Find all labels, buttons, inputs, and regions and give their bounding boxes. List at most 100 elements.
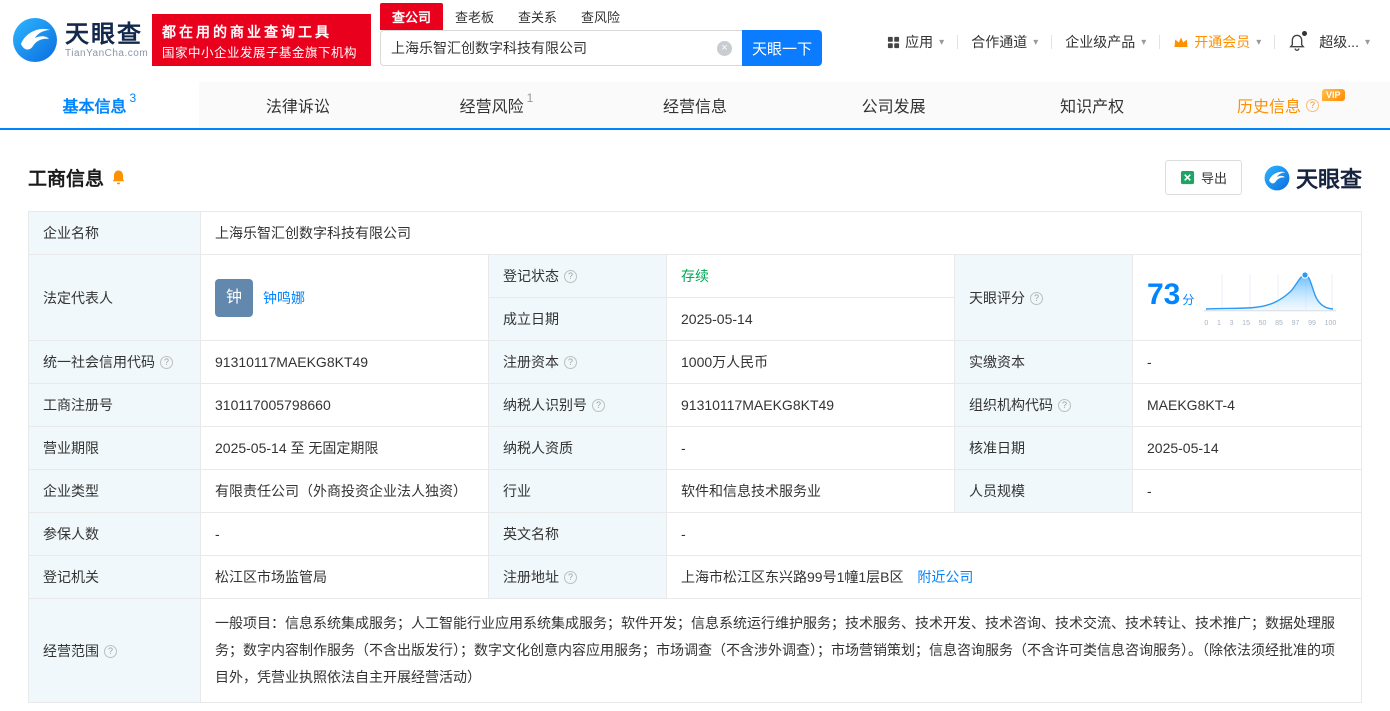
search-button[interactable]: 天眼一下	[742, 30, 822, 66]
vip-badge: VIP	[1322, 89, 1345, 101]
top-header: 天眼查 TianYanCha.com 都在用的商业查询工具 国家中小企业发展子基…	[0, 0, 1390, 82]
tab-operating-risk[interactable]: 经营风险 1	[397, 82, 596, 128]
tab-label: 知识产权	[1060, 99, 1125, 116]
staff-size-value: -	[1132, 469, 1362, 513]
nav-open-membership[interactable]: 开通会员	[1173, 32, 1261, 52]
field-label-cell: 企业名称	[28, 211, 201, 255]
company-name-value: 上海乐智汇创数字科技有限公司	[200, 211, 1362, 255]
field-label: 注册地址	[503, 569, 559, 585]
chart-tick-label: 50	[1258, 319, 1267, 327]
english-name-value: -	[666, 512, 1362, 556]
slogan-banner: 都在用的商业查询工具 国家中小企业发展子基金旗下机构	[152, 14, 371, 66]
field-label: 营业期限	[43, 440, 99, 456]
field-label-cell: 参保人数	[28, 512, 201, 556]
notifications-bell-button[interactable]	[1288, 30, 1308, 52]
export-label: 导出	[1200, 171, 1227, 186]
tab-intellectual-property[interactable]: 知识产权	[993, 82, 1192, 128]
score-cell: 73 分 0 1 3 15 50 85 97 99 100	[1132, 254, 1362, 341]
help-icon[interactable]	[160, 356, 173, 369]
tab-legal-proceedings[interactable]: 法律诉讼	[199, 82, 398, 128]
field-label-cell: 经营范围	[28, 598, 201, 703]
field-label-cell: 纳税人识别号	[488, 383, 667, 427]
crown-icon	[1174, 37, 1188, 47]
tab-history-info[interactable]: 历史信息 VIP	[1191, 82, 1390, 128]
field-label: 工商注册号	[43, 397, 113, 413]
search-input[interactable]	[391, 40, 717, 56]
help-icon[interactable]	[564, 356, 577, 369]
help-icon[interactable]	[564, 270, 577, 283]
industry-value: 软件和信息技术服务业	[666, 469, 955, 513]
field-label: 行业	[503, 483, 531, 499]
field-label-cell: 成立日期	[488, 297, 667, 341]
main-content: 工商信息 导出 天眼查 企业名称 上海乐智汇创数字科技有限公司 法定代表人 钟 …	[0, 130, 1390, 703]
table-row: 经营范围 一般项目：信息系统集成服务；人工智能行业应用系统集成服务；软件开发；信…	[28, 598, 1362, 703]
field-label-cell: 天眼评分	[954, 254, 1133, 341]
section-actions: 导出 天眼查	[1164, 160, 1362, 195]
legal-rep-link[interactable]: 钟鸣娜	[263, 288, 305, 308]
help-icon[interactable]	[592, 399, 605, 412]
field-label: 统一社会信用代码	[43, 354, 155, 370]
export-button[interactable]: 导出	[1164, 160, 1242, 195]
score-value: 73 分	[1147, 280, 1195, 310]
tab-company-development[interactable]: 公司发展	[794, 82, 993, 128]
nav-enterprise-products[interactable]: 企业级产品	[1065, 32, 1146, 52]
search-tab-risk[interactable]: 查风险	[569, 3, 632, 30]
tab-operating-info[interactable]: 经营信息	[596, 82, 795, 128]
field-label: 纳税人识别号	[503, 397, 587, 413]
logo-brand-text: 天眼查	[65, 20, 143, 48]
chevron-down-icon	[1141, 37, 1146, 48]
field-label: 企业类型	[43, 483, 99, 499]
app-grid-icon	[888, 36, 900, 48]
field-label-cell: 企业类型	[28, 469, 201, 513]
field-label: 实缴资本	[969, 354, 1025, 370]
help-icon[interactable]	[1306, 98, 1319, 112]
nearby-companies-link[interactable]: 附近公司	[917, 569, 973, 585]
help-icon[interactable]	[564, 571, 577, 584]
chart-tick-label: 3	[1229, 319, 1234, 327]
field-label-cell: 行业	[488, 469, 667, 513]
nav-partner-channel[interactable]: 合作通道	[971, 32, 1038, 52]
reg-address-cell: 上海市松江区东兴路99号1幢1层B区 附近公司	[666, 555, 1362, 599]
help-icon[interactable]	[1058, 399, 1071, 412]
chevron-down-icon	[1033, 37, 1038, 48]
divider	[1051, 35, 1053, 49]
help-icon[interactable]	[104, 644, 117, 658]
search-row: 天眼一下	[380, 30, 822, 66]
table-row: 统一社会信用代码 91310117MAEKG8KT49 注册资本 1000万人民…	[28, 340, 1362, 384]
logo-text: 天眼查 TianYanCha.com	[65, 20, 148, 59]
clear-search-icon[interactable]	[717, 40, 732, 56]
field-label-cell: 法定代表人	[28, 254, 201, 341]
tab-basic-info[interactable]: 基本信息 3	[0, 82, 199, 128]
table-row: 企业名称 上海乐智汇创数字科技有限公司	[28, 211, 1362, 255]
help-icon[interactable]	[1030, 291, 1043, 305]
field-label-cell: 营业期限	[28, 426, 201, 470]
reg-authority-value: 松江区市场监管局	[200, 555, 489, 599]
nav-super-label: 超级...	[1319, 34, 1359, 50]
legal-rep-avatar[interactable]: 钟	[215, 278, 253, 317]
field-label-cell: 工商注册号	[28, 383, 201, 427]
search-tab-boss[interactable]: 查老板	[443, 3, 506, 30]
nav-apps[interactable]: 应用	[887, 32, 944, 52]
watermark-text: 天眼查	[1295, 166, 1362, 192]
top-nav: 应用 合作通道 企业级产品 开通会员	[887, 30, 1370, 52]
tianyancha-logo-icon	[1264, 165, 1290, 190]
field-label: 成立日期	[503, 311, 559, 327]
field-label: 天眼评分	[969, 289, 1025, 306]
field-label: 法定代表人	[43, 289, 113, 306]
score-unit: 分	[1182, 293, 1195, 307]
nav-membership-label: 开通会员	[1194, 34, 1251, 50]
business-info-table: 企业名称 上海乐智汇创数字科技有限公司 法定代表人 钟 钟鸣娜 登记状态? 存续…	[28, 211, 1362, 703]
chevron-down-icon	[1256, 37, 1261, 48]
search-box[interactable]	[380, 30, 742, 66]
field-label: 组织机构代码	[969, 397, 1053, 413]
subscribe-bell-icon[interactable]	[111, 169, 126, 186]
nav-super-vip[interactable]: 超级...	[1319, 32, 1370, 52]
field-label-cell: 组织机构代码	[954, 383, 1133, 427]
tianyancha-logo[interactable]: 天眼查 TianYanCha.com	[12, 17, 148, 63]
establish-date-value: 2025-05-14	[666, 297, 955, 341]
search-tab-relation[interactable]: 查关系	[506, 3, 569, 30]
tab-label: 基本信息	[62, 99, 127, 116]
search-tab-company[interactable]: 查公司	[380, 3, 444, 30]
tab-badge: 3	[129, 91, 137, 105]
search-area: 查公司 查老板 查关系 查风险 天眼一下	[380, 3, 822, 66]
